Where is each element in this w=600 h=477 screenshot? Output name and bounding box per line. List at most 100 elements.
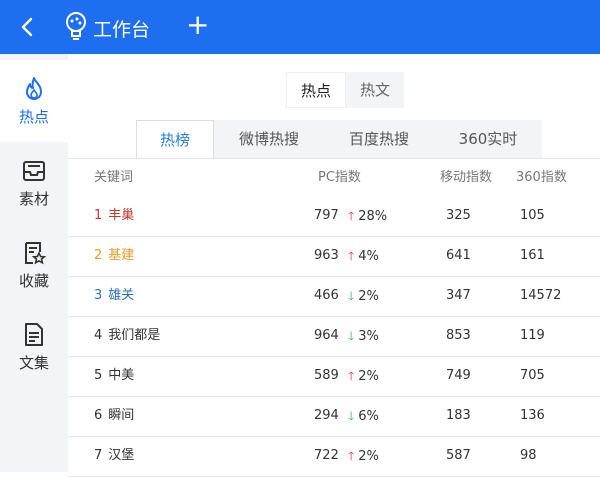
rank-number: 2 bbox=[94, 248, 103, 263]
change-percent: 2% bbox=[358, 449, 379, 464]
inbox-icon bbox=[23, 160, 45, 181]
app-logo-icon bbox=[62, 11, 90, 41]
change-percent: 6% bbox=[358, 409, 379, 424]
top-bar: 工作台 + bbox=[0, 0, 600, 54]
keyword-cell[interactable]: 7 汉堡 bbox=[94, 436, 134, 476]
index-360-value: 119 bbox=[520, 328, 545, 343]
keyword-cell[interactable]: 4 我们都是 bbox=[94, 316, 160, 356]
keyword-text: 雄关 bbox=[108, 288, 135, 303]
mobile-index-value: 641 bbox=[446, 248, 471, 263]
header-360-index: 360指数 bbox=[516, 170, 567, 185]
segmented-control: 热点 热文 bbox=[286, 72, 405, 108]
rank-number: 7 bbox=[94, 448, 103, 463]
page-title: 工作台 bbox=[93, 19, 151, 41]
sidebar-item-collection[interactable]: 文集 bbox=[0, 306, 68, 388]
sidebar-item-label: 收藏 bbox=[18, 271, 49, 290]
pc-index-value: 589 bbox=[314, 368, 339, 383]
tab-baidu-hot[interactable]: 百度热搜 bbox=[324, 120, 434, 158]
index-360-value: 14572 bbox=[520, 288, 562, 303]
table-row[interactable]: 5 中美 589 🡑 2% 749 705 bbox=[68, 356, 600, 397]
tab-weibo-hot[interactable]: 微博热搜 bbox=[214, 120, 324, 158]
keyword-text: 中美 bbox=[108, 368, 135, 383]
mobile-index-value: 749 bbox=[446, 368, 471, 383]
table-header: 关键词 PC指数 移动指数 360指数 bbox=[68, 158, 600, 196]
keyword-text: 基建 bbox=[108, 248, 135, 263]
keyword-text: 我们都是 bbox=[108, 328, 161, 343]
change-percent: 2% bbox=[358, 369, 379, 384]
mobile-index-value: 347 bbox=[446, 288, 471, 303]
header-keyword: 关键词 bbox=[94, 170, 134, 185]
keyword-text: 丰巢 bbox=[108, 208, 135, 223]
bookmark-star-icon bbox=[25, 241, 47, 264]
keyword-cell[interactable]: 1 丰巢 bbox=[94, 196, 134, 236]
keyword-cell[interactable]: 6 瞬间 bbox=[94, 396, 134, 436]
pc-index-value: 963 bbox=[314, 248, 339, 263]
index-360-value: 98 bbox=[520, 448, 537, 463]
change-cell: 🡓 6% bbox=[348, 396, 379, 436]
arrow-down-icon: 🡓 bbox=[348, 329, 355, 343]
pc-index-value: 797 bbox=[314, 208, 339, 223]
segment-hot[interactable]: 热点 bbox=[286, 72, 347, 108]
rank-number: 1 bbox=[94, 208, 103, 223]
change-cell: 🡓 2% bbox=[348, 276, 379, 316]
change-percent: 28% bbox=[358, 209, 388, 224]
pc-index-value: 964 bbox=[314, 328, 339, 343]
main-panel: 热点 热文 热榜 微博热搜 百度热搜 360实时 关键词 PC指数 移动指数 3… bbox=[68, 54, 600, 477]
sidebar-item-label: 文集 bbox=[18, 353, 49, 372]
table-row[interactable]: 7 汉堡 722 🡑 2% 587 98 bbox=[68, 436, 600, 477]
table-row[interactable]: 4 我们都是 964 🡓 3% 853 119 bbox=[68, 316, 600, 357]
keyword-cell[interactable]: 2 基建 bbox=[94, 236, 134, 276]
mobile-index-value: 587 bbox=[446, 448, 471, 463]
document-icon bbox=[25, 322, 43, 346]
arrow-up-icon: 🡑 bbox=[348, 449, 355, 463]
pc-index-value: 466 bbox=[314, 288, 339, 303]
pc-index-value: 294 bbox=[314, 408, 339, 423]
pc-index-value: 722 bbox=[314, 448, 339, 463]
add-button[interactable]: + bbox=[186, 8, 209, 42]
index-360-value: 161 bbox=[520, 248, 545, 263]
keyword-cell[interactable]: 5 中美 bbox=[94, 356, 134, 396]
mobile-index-value: 853 bbox=[446, 328, 471, 343]
rank-number: 6 bbox=[94, 408, 103, 423]
change-cell: 🡑 4% bbox=[348, 236, 379, 276]
change-cell: 🡑 2% bbox=[348, 356, 379, 396]
header-mobile-index: 移动指数 bbox=[440, 170, 493, 185]
back-button[interactable] bbox=[16, 14, 38, 40]
index-360-value: 105 bbox=[520, 208, 545, 223]
mobile-index-value: 325 bbox=[446, 208, 471, 223]
table-row[interactable]: 2 基建 963 🡑 4% 641 161 bbox=[68, 236, 600, 277]
change-percent: 4% bbox=[358, 249, 379, 264]
sidebar: 热点 素材 收藏 文集 bbox=[0, 54, 68, 472]
arrow-down-icon: 🡓 bbox=[348, 289, 355, 303]
arrow-up-icon: 🡑 bbox=[348, 369, 355, 383]
sidebar-item-label: 素材 bbox=[18, 189, 49, 208]
table-row[interactable]: 3 雄关 466 🡓 2% 347 14572 bbox=[68, 276, 600, 317]
table-row[interactable]: 6 瞬间 294 🡓 6% 183 136 bbox=[68, 396, 600, 437]
rank-number: 5 bbox=[94, 368, 103, 383]
sidebar-item-label: 热点 bbox=[18, 107, 49, 126]
sidebar-item-material[interactable]: 素材 bbox=[0, 142, 68, 224]
change-percent: 2% bbox=[358, 289, 379, 304]
keyword-cell[interactable]: 3 雄关 bbox=[94, 276, 134, 316]
arrow-up-icon: 🡑 bbox=[348, 249, 355, 263]
change-percent: 3% bbox=[358, 329, 379, 344]
change-cell: 🡑 28% bbox=[348, 196, 387, 236]
change-cell: 🡑 2% bbox=[348, 436, 379, 476]
arrow-down-icon: 🡓 bbox=[348, 409, 355, 423]
keyword-text: 瞬间 bbox=[108, 408, 135, 423]
sidebar-item-hot[interactable]: 热点 bbox=[0, 60, 68, 142]
rank-number: 3 bbox=[94, 288, 103, 303]
tab-360-realtime[interactable]: 360实时 bbox=[434, 120, 542, 158]
keyword-text: 汉堡 bbox=[108, 448, 135, 463]
tab-hot-list[interactable]: 热榜 bbox=[136, 120, 214, 158]
table-row[interactable]: 1 丰巢 797 🡑 28% 325 105 bbox=[68, 196, 600, 237]
segment-hot-articles[interactable]: 热文 bbox=[346, 72, 404, 108]
rank-number: 4 bbox=[94, 328, 103, 343]
header-pc-index: PC指数 bbox=[318, 170, 361, 185]
chevron-left-icon bbox=[21, 17, 33, 37]
index-360-value: 705 bbox=[520, 368, 545, 383]
sidebar-item-favorites[interactable]: 收藏 bbox=[0, 224, 68, 306]
index-360-value: 136 bbox=[520, 408, 545, 423]
arrow-up-icon: 🡑 bbox=[348, 209, 355, 223]
change-cell: 🡓 3% bbox=[348, 316, 379, 356]
